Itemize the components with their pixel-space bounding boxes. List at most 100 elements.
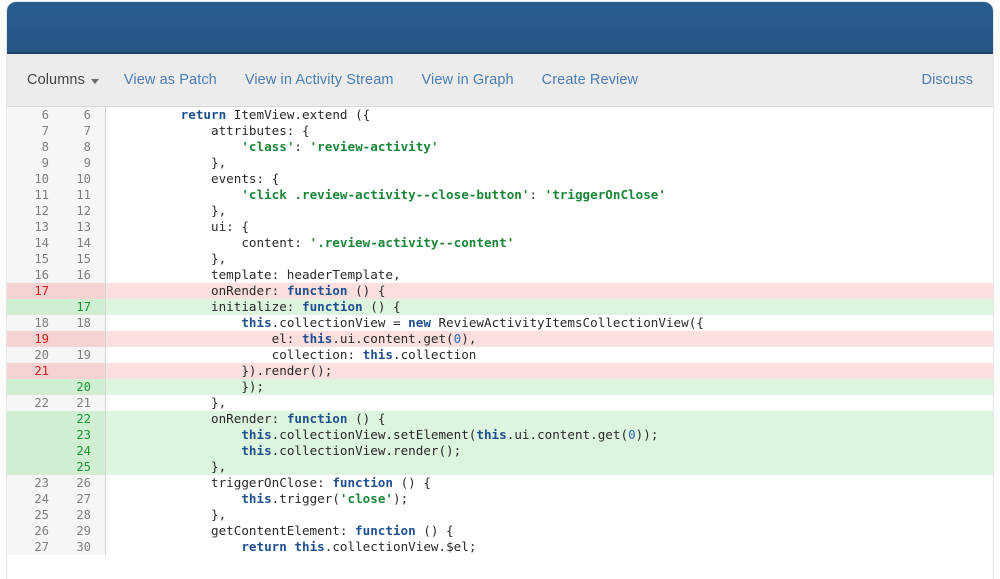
diff-row[interactable]: 21 }).render(); (7, 363, 993, 379)
diff-line-gutter: 24 (7, 443, 106, 459)
diff-row[interactable]: 13 13 ui: { (7, 219, 993, 235)
diff-row[interactable]: 20 19 collection: this.collection (7, 347, 993, 363)
diff-row[interactable]: 15 15 }, (7, 251, 993, 267)
diff-row[interactable]: 10 10 events: { (7, 171, 993, 187)
diff-code-line: onRender: function () { (106, 283, 993, 299)
diff-row[interactable]: 11 11 'click .review-activity--close-butt… (7, 187, 993, 203)
diff-line-gutter: 17 (7, 283, 106, 299)
diff-line-gutter: 22 21 (7, 395, 106, 411)
new-line-number: 10 (76, 172, 91, 186)
diff-row[interactable]: 16 16 template: headerTemplate, (7, 267, 993, 283)
new-line-number: 12 (76, 204, 91, 218)
diff-line-gutter: 14 14 (7, 235, 106, 251)
code-token: }, (120, 395, 227, 410)
create-review-link[interactable]: Create Review (542, 70, 638, 90)
diff-row[interactable]: 19 el: this.ui.content.get(0), (7, 331, 993, 347)
new-line-number: 8 (83, 140, 91, 154)
diff-row[interactable]: 24 27 this.trigger('close'); (7, 491, 993, 507)
toolbar-right-group: Discuss (922, 70, 973, 90)
new-line-number: 24 (76, 444, 91, 458)
diff-code-line: this.trigger('close'); (106, 491, 993, 507)
old-line-number: 27 (34, 540, 49, 554)
diff-line-gutter: 20 19 (7, 347, 106, 363)
diff-row[interactable]: 26 29 getContentElement: function () { (7, 523, 993, 539)
diff-row[interactable]: 23 this.collectionView.setElement(this.u… (7, 427, 993, 443)
diff-row[interactable]: 88 'class': 'review-activity' (7, 139, 993, 155)
diff-row[interactable]: 99 }, (7, 155, 993, 171)
diff-code-line: this.collectionView.setElement(this.ui.c… (106, 427, 993, 443)
code-token: () { (415, 523, 454, 538)
columns-dropdown-label: Columns (27, 72, 85, 88)
code-token: getContentElement: (120, 523, 356, 538)
old-line-number: 9 (41, 156, 49, 170)
new-line-number (53, 363, 106, 379)
code-token: 'review-activity' (309, 139, 439, 154)
diff-code-line: initialize: function () { (106, 299, 993, 315)
code-token: function (332, 475, 393, 490)
toolbar-left-group: Columns View as Patch View in Activity S… (27, 70, 922, 90)
code-token: onRender: (120, 283, 287, 298)
code-token: initialize: (120, 299, 302, 314)
code-token: this (301, 331, 333, 346)
diff-row[interactable]: 22 21 }, (7, 395, 993, 411)
diff-code-line: }).render(); (106, 363, 993, 379)
code-token: this (241, 491, 272, 506)
old-line-number (7, 443, 53, 459)
diff-line-gutter: 26 29 (7, 523, 106, 539)
code-token: )); (635, 427, 659, 442)
code-token: ); (393, 491, 409, 506)
diff-row[interactable]: 25 }, (7, 459, 993, 475)
new-line-number: 20 (76, 380, 91, 394)
diff-code-line: }, (106, 507, 993, 523)
code-token: ui: { (120, 219, 249, 234)
diff-code-line: }, (106, 459, 993, 475)
code-token: function (355, 523, 416, 538)
view-as-patch-link[interactable]: View as Patch (124, 70, 217, 90)
code-token: 'close' (339, 491, 393, 506)
view-in-graph-link[interactable]: View in Graph (422, 70, 514, 90)
code-token: .collectionView.setElement( (271, 427, 477, 442)
code-token: }).render(); (120, 363, 333, 378)
code-token: : (294, 139, 310, 154)
diff-row[interactable]: 66 return ItemView.extend ({ (7, 107, 993, 123)
code-token: template: headerTemplate, (120, 267, 401, 282)
discuss-link[interactable]: Discuss (922, 70, 973, 90)
code-token: }, (120, 155, 227, 170)
diff-row[interactable]: 20 }); (7, 379, 993, 395)
diff-code-line: content: '.review-activity--content' (106, 235, 993, 251)
old-line-number: 26 (34, 524, 49, 538)
code-token: function (286, 283, 348, 298)
old-line-number: 14 (34, 236, 49, 250)
diff-row[interactable]: 14 14 content: '.review-activity--content… (7, 235, 993, 251)
new-line-number: 27 (76, 492, 91, 506)
diff-row[interactable]: 17 onRender: function () { (7, 283, 993, 299)
new-line-number: 7 (83, 124, 91, 138)
diff-row[interactable]: 23 26 triggerOnClose: function () { (7, 475, 993, 491)
columns-dropdown[interactable]: Columns (27, 70, 99, 90)
new-line-number (53, 331, 106, 347)
code-token: .collectionView.$el; (324, 539, 477, 554)
diff-row[interactable]: 17 initialize: function () { (7, 299, 993, 315)
diff-row[interactable]: 77 attributes: { (7, 123, 993, 139)
diff-line-gutter: 11 11 (7, 187, 106, 203)
code-token: this (294, 539, 325, 554)
diff-row[interactable]: 22 onRender: function () { (7, 411, 993, 427)
diff-viewer[interactable]: 66 return ItemView.extend ({7 7 attribute… (7, 107, 993, 555)
diff-row[interactable]: 24 this.collectionView.render(); (7, 443, 993, 459)
diff-row[interactable]: 27 30 return this.collectionView.$el; (7, 539, 993, 555)
code-token: return (241, 539, 287, 554)
diff-row[interactable]: 25 28 }, (7, 507, 993, 523)
diff-code-line: triggerOnClose: function () { (106, 475, 993, 491)
diff-line-gutter: 13 13 (7, 219, 106, 235)
view-in-activity-stream-link[interactable]: View in Activity Stream (245, 70, 394, 90)
diff-code-line: collection: this.collection (106, 347, 993, 363)
code-token: .collectionView.render(); (271, 443, 462, 458)
diff-code-line: getContentElement: function () { (106, 523, 993, 539)
diff-row[interactable]: 12 12 }, (7, 203, 993, 219)
diff-row[interactable]: 18 18 this.collectionView = new ReviewAct… (7, 315, 993, 331)
code-token: this (241, 443, 272, 458)
old-line-number: 25 (34, 508, 49, 522)
